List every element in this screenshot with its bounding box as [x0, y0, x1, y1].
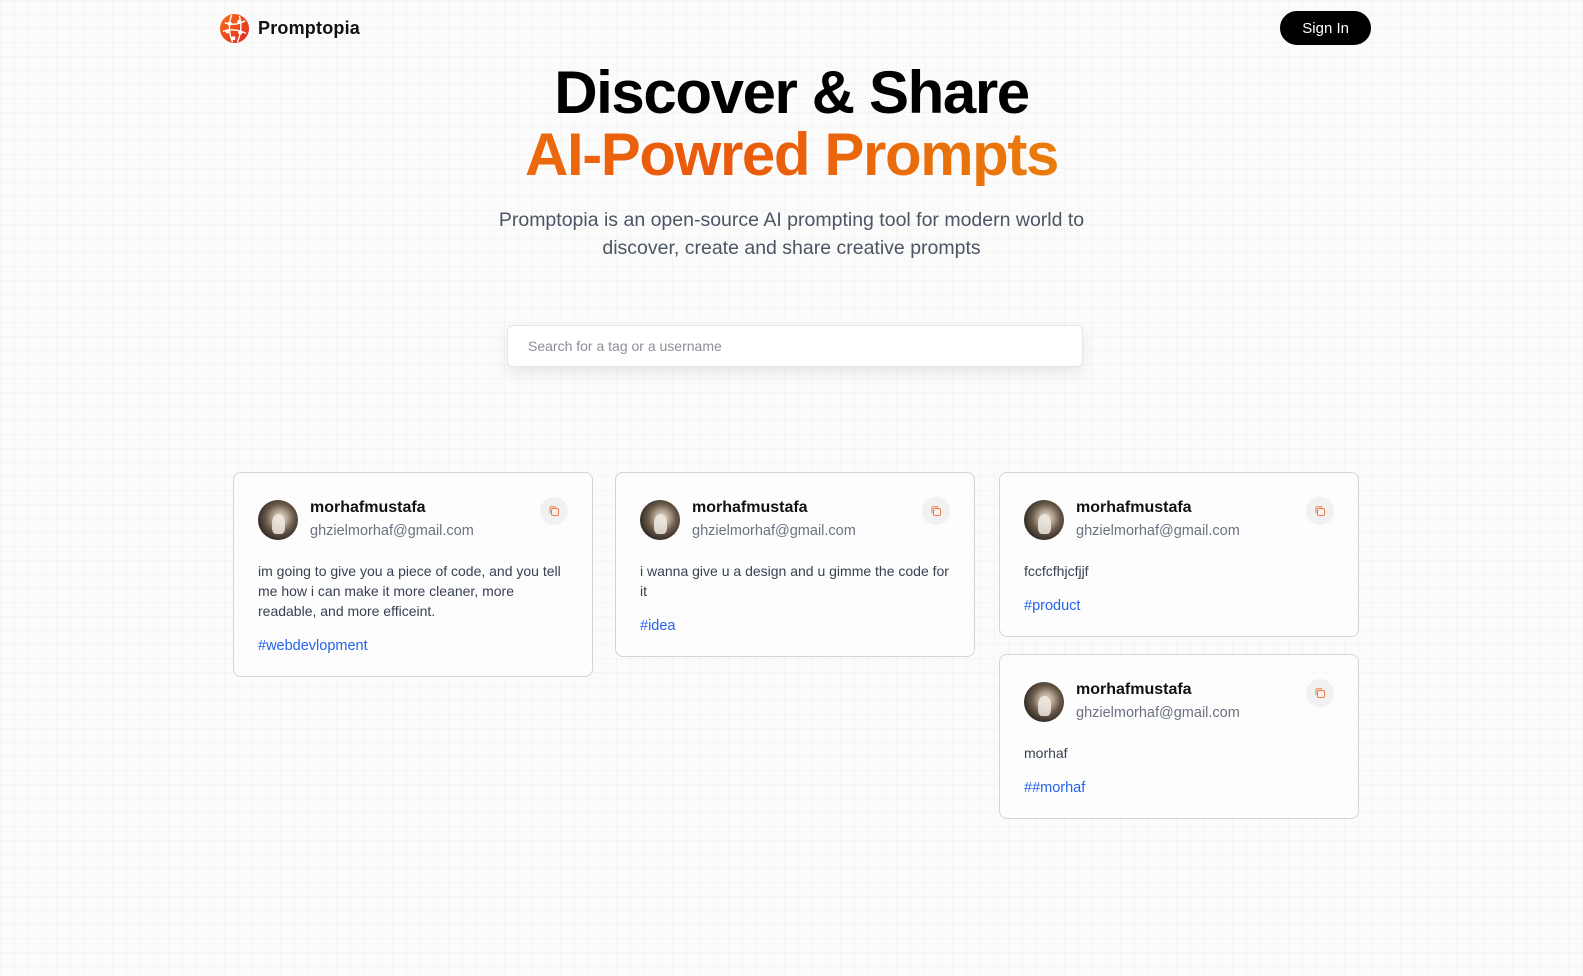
- user-profile-link[interactable]: morhafmustafa ghzielmorhaf@gmail.com: [640, 498, 856, 541]
- username: morhafmustafa: [310, 499, 426, 516]
- user-info: morhafmustafa ghzielmorhaf@gmail.com: [310, 498, 474, 541]
- user-profile-link[interactable]: morhafmustafa ghzielmorhaf@gmail.com: [1024, 498, 1240, 541]
- prompt-text: fccfcfhjcfjjf: [1024, 563, 1089, 579]
- username: morhafmustafa: [1076, 499, 1192, 516]
- email: ghzielmorhaf@gmail.com: [1076, 705, 1240, 721]
- avatar: [1024, 499, 1064, 540]
- hero-title: Discover & Share AI-Powred Prompts: [0, 62, 1583, 186]
- sign-in-button[interactable]: Sign In: [1280, 11, 1371, 45]
- prompt-tag[interactable]: #product: [1024, 596, 1080, 616]
- hero-description: Promptopia is an open-source AI promptin…: [498, 209, 1085, 259]
- avatar: [640, 499, 680, 540]
- prompt-card: morhafmustafa ghzielmorhaf@gmail.com mor…: [999, 654, 1359, 819]
- email: ghzielmorhaf@gmail.com: [310, 523, 474, 539]
- email: ghzielmorhaf@gmail.com: [692, 523, 856, 539]
- copy-icon: [549, 506, 559, 516]
- prompt-text: morhaf: [1024, 745, 1068, 761]
- top-nav: Promptopia Sign In: [219, 11, 1371, 45]
- prompt-text: i wanna give u a design and u gimme the …: [640, 563, 949, 599]
- globe-logo-icon: [219, 13, 250, 43]
- user-profile-link[interactable]: morhafmustafa ghzielmorhaf@gmail.com: [1024, 680, 1240, 723]
- copy-button[interactable]: [1306, 679, 1334, 707]
- prompt-tag[interactable]: #idea: [640, 616, 675, 636]
- prompt-card: morhafmustafa ghzielmorhaf@gmail.com fcc…: [999, 472, 1359, 637]
- user-info: morhafmustafa ghzielmorhaf@gmail.com: [1076, 680, 1240, 723]
- copy-icon: [931, 506, 941, 516]
- hero-title-line-2: AI-Powred Prompts: [0, 124, 1583, 186]
- username: morhafmustafa: [692, 499, 808, 516]
- hero-section: Discover & Share AI-Powred Prompts Promp…: [0, 62, 1583, 262]
- user-profile-link[interactable]: morhafmustafa ghzielmorhaf@gmail.com: [258, 498, 474, 541]
- brand-name: Promptopia: [258, 17, 361, 38]
- hero-title-line-1: Discover & Share: [554, 59, 1030, 126]
- copy-button[interactable]: [922, 497, 950, 525]
- copy-icon: [1315, 688, 1325, 698]
- user-info: morhafmustafa ghzielmorhaf@gmail.com: [692, 498, 856, 541]
- prompt-text: im going to give you a piece of code, an…: [258, 563, 561, 619]
- copy-button[interactable]: [1306, 497, 1334, 525]
- brand-link[interactable]: Promptopia: [219, 13, 360, 44]
- search-input[interactable]: [507, 325, 1083, 367]
- prompt-tag[interactable]: #webdevlopment: [258, 636, 368, 656]
- copy-button[interactable]: [540, 497, 568, 525]
- search-form: [507, 325, 1083, 367]
- avatar: [258, 499, 298, 540]
- user-info: morhafmustafa ghzielmorhaf@gmail.com: [1076, 498, 1240, 541]
- username: morhafmustafa: [1076, 681, 1192, 698]
- prompt-tag[interactable]: ##morhaf: [1024, 778, 1085, 798]
- copy-icon: [1315, 506, 1325, 516]
- email: ghzielmorhaf@gmail.com: [1076, 523, 1240, 539]
- card-header: morhafmustafa ghzielmorhaf@gmail.com: [1024, 679, 1334, 723]
- card-header: morhafmustafa ghzielmorhaf@gmail.com: [258, 497, 568, 541]
- card-header: morhafmustafa ghzielmorhaf@gmail.com: [1024, 497, 1334, 541]
- card-header: morhafmustafa ghzielmorhaf@gmail.com: [640, 497, 950, 541]
- avatar: [1024, 681, 1064, 722]
- prompt-card: morhafmustafa ghzielmorhaf@gmail.com im …: [233, 472, 593, 677]
- prompt-card: morhafmustafa ghzielmorhaf@gmail.com i w…: [615, 472, 975, 657]
